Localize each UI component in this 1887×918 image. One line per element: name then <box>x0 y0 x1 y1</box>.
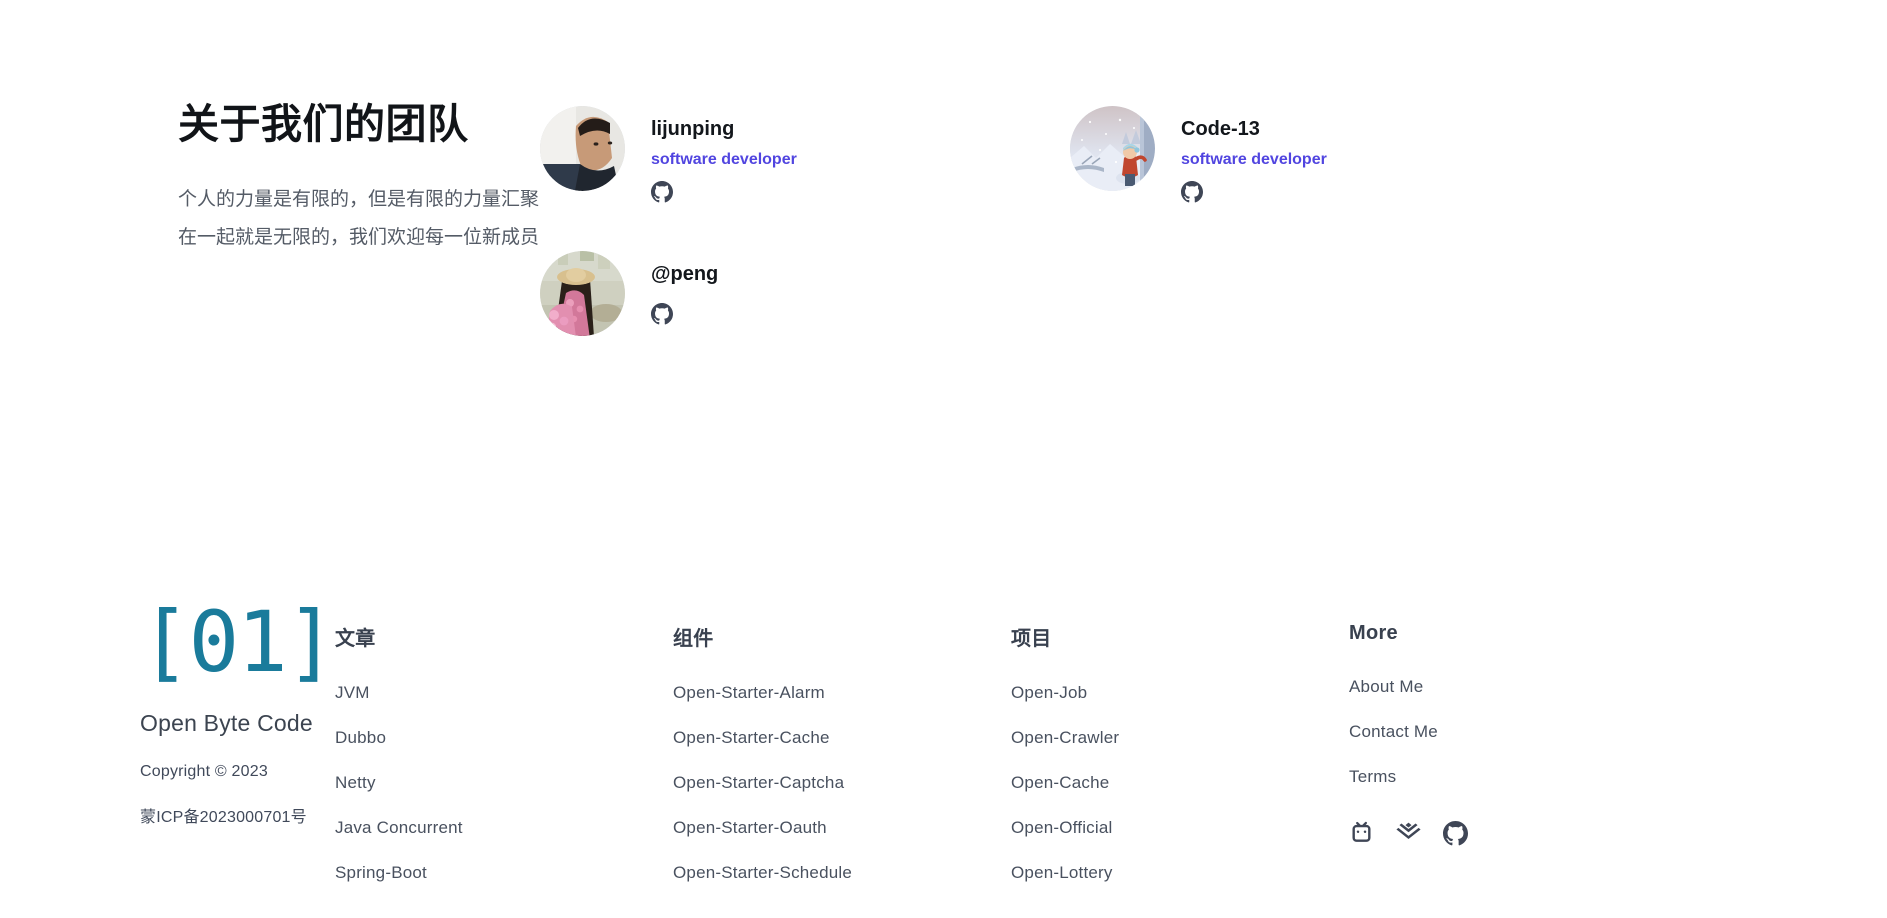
team-section: 关于我们的团队 个人的力量是有限的，但是有限的力量汇聚在一起就是无限的，我们欢迎… <box>0 0 1887 384</box>
member-social-links <box>651 302 718 325</box>
team-member-card: @peng <box>540 250 1070 336</box>
github-icon[interactable] <box>1443 821 1468 846</box>
footer-link-terms[interactable]: Terms <box>1349 767 1396 787</box>
footer-link-open-starter-schedule[interactable]: Open-Starter-Schedule <box>673 863 852 883</box>
member-role: software developer <box>1181 151 1327 168</box>
footer-link-about-me[interactable]: About Me <box>1349 677 1423 697</box>
footer-link-dubbo[interactable]: Dubbo <box>335 728 386 748</box>
logo[interactable]: [01] <box>140 600 336 684</box>
team-member-list: lijunping software developer Code-13 sof… <box>540 100 1887 384</box>
footer-link-open-cache[interactable]: Open-Cache <box>1011 773 1109 793</box>
footer-brand: [01] Open Byte Code Copyright © 2023 蒙IC… <box>0 600 336 908</box>
brand-name: Open Byte Code <box>140 710 313 736</box>
footer-column-articles: 文章 JVM Dubbo Netty Java Concurrent Sprin… <box>335 600 673 908</box>
footer-link-jvm[interactable]: JVM <box>335 683 370 703</box>
footer-column-title: More <box>1349 622 1398 644</box>
footer-link-java-concurrent[interactable]: Java Concurrent <box>335 818 463 838</box>
site-footer: [01] Open Byte Code Copyright © 2023 蒙IC… <box>0 600 1887 908</box>
team-member-card: Code-13 software developer <box>1070 106 1600 203</box>
github-icon[interactable] <box>651 302 673 325</box>
avatar <box>1070 106 1155 191</box>
team-member-card: lijunping software developer <box>540 106 1070 203</box>
footer-link-open-official[interactable]: Open-Official <box>1011 818 1113 838</box>
footer-link-open-job[interactable]: Open-Job <box>1011 683 1087 703</box>
footer-link-open-crawler[interactable]: Open-Crawler <box>1011 728 1119 748</box>
footer-link-open-starter-cache[interactable]: Open-Starter-Cache <box>673 728 830 748</box>
footer-link-netty[interactable]: Netty <box>335 773 376 793</box>
member-name: Code-13 <box>1181 118 1260 140</box>
juejin-icon[interactable] <box>1396 821 1421 846</box>
footer-column-title: 组件 <box>673 628 714 650</box>
team-description: 个人的力量是有限的，但是有限的力量汇聚在一起就是无限的，我们欢迎每一位新成员 <box>178 189 540 249</box>
member-role: software developer <box>651 151 797 168</box>
member-social-links <box>1181 180 1327 203</box>
footer-link-open-starter-captcha[interactable]: Open-Starter-Captcha <box>673 773 844 793</box>
member-social-links <box>651 180 797 203</box>
footer-column-title: 项目 <box>1011 628 1052 650</box>
bilibili-icon[interactable] <box>1349 821 1374 846</box>
page-root: 关于我们的团队 个人的力量是有限的，但是有限的力量汇聚在一起就是无限的，我们欢迎… <box>0 0 1887 918</box>
page-title: 关于我们的团队 <box>178 101 469 147</box>
footer-link-open-starter-oauth[interactable]: Open-Starter-Oauth <box>673 818 827 838</box>
team-intro: 关于我们的团队 个人的力量是有限的，但是有限的力量汇聚在一起就是无限的，我们欢迎… <box>0 100 540 384</box>
footer-social-links <box>1349 821 1649 846</box>
icp-license-link[interactable]: 蒙ICP备2023000701号 <box>140 803 335 827</box>
footer-column-title: 文章 <box>335 628 376 650</box>
avatar <box>540 106 625 191</box>
github-icon[interactable] <box>1181 180 1203 203</box>
footer-column-more: More About Me Contact Me Terms <box>1349 600 1649 908</box>
member-info: Code-13 software developer <box>1181 106 1327 203</box>
footer-link-open-starter-alarm[interactable]: Open-Starter-Alarm <box>673 683 825 703</box>
member-info: @peng <box>651 251 718 325</box>
github-icon[interactable] <box>651 180 673 203</box>
footer-link-spring-boot[interactable]: Spring-Boot <box>335 863 427 883</box>
footer-column-components: 组件 Open-Starter-Alarm Open-Starter-Cache… <box>673 600 1011 908</box>
member-name: lijunping <box>651 118 735 140</box>
footer-column-projects: 项目 Open-Job Open-Crawler Open-Cache Open… <box>1011 600 1349 908</box>
copyright-text: Copyright © 2023 <box>140 763 268 780</box>
avatar <box>540 250 625 336</box>
footer-link-contact-me[interactable]: Contact Me <box>1349 722 1438 742</box>
footer-link-open-lottery[interactable]: Open-Lottery <box>1011 863 1113 883</box>
member-name: @peng <box>651 262 719 285</box>
member-info: lijunping software developer <box>651 106 797 203</box>
